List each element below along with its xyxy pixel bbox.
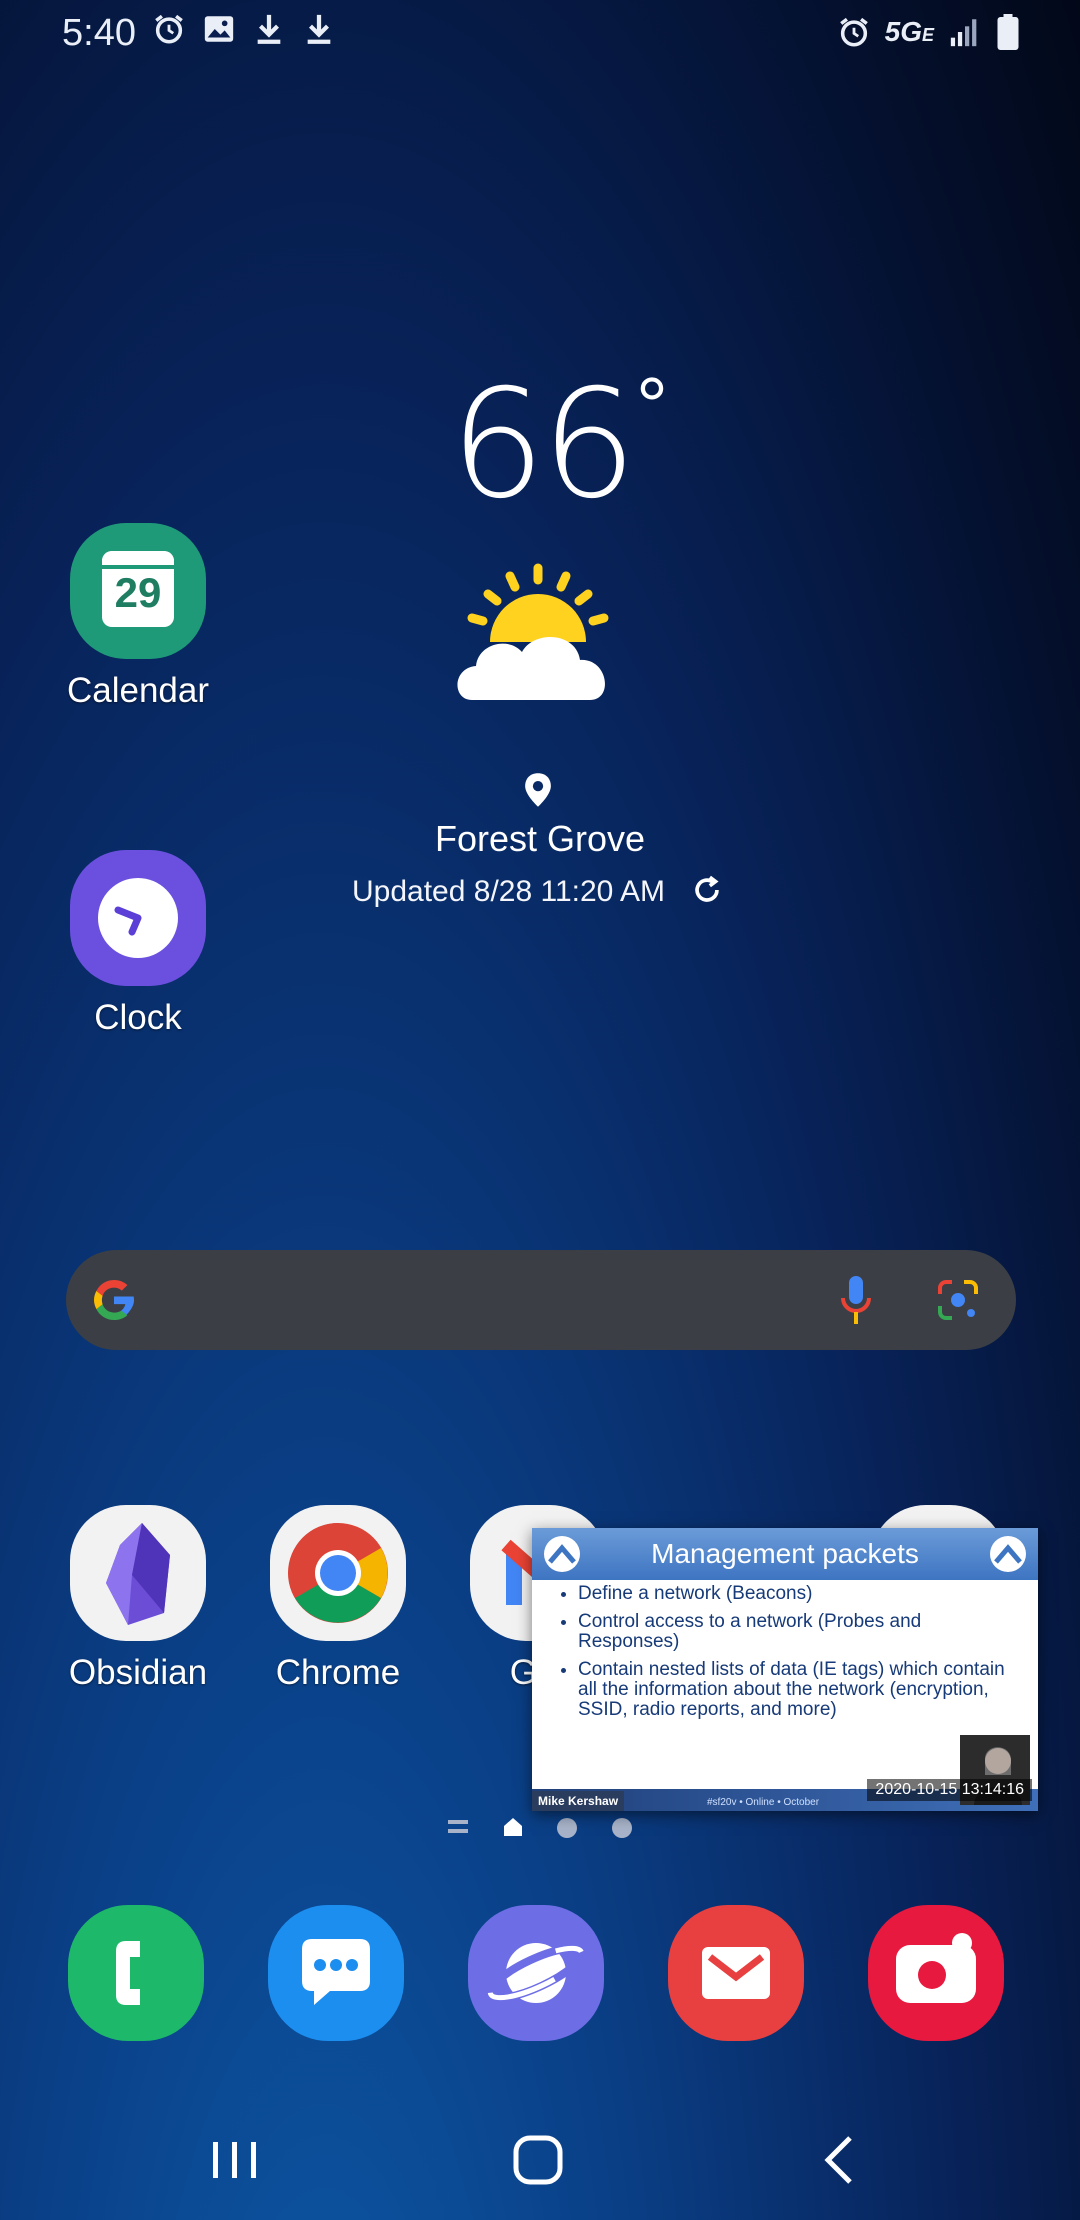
slide-bullet: Define a network (Beacons) <box>578 1584 1018 1604</box>
internet-planet-icon <box>468 1905 604 2041</box>
conference-logo-icon <box>544 1536 580 1572</box>
app-label: Clock <box>94 998 182 1037</box>
app-obsidian[interactable]: Obsidian <box>58 1505 218 1693</box>
slide-bullet: Contain nested lists of data (IE tags) w… <box>578 1660 1018 1720</box>
refresh-icon[interactable] <box>690 873 724 907</box>
presenter-name: Mike Kershaw <box>532 1791 625 1811</box>
back-button[interactable] <box>810 2130 870 2190</box>
page-dot <box>612 1818 632 1838</box>
slide-bullets: Define a network (Beacons) Control acces… <box>552 1584 1018 1728</box>
battery-icon <box>997 14 1019 50</box>
dock-camera[interactable] <box>856 1905 1016 2041</box>
degree-symbol: ° <box>636 361 668 450</box>
download-icon <box>307 14 331 44</box>
weather-updated: Updated 8/28 11:20 AM <box>352 875 666 908</box>
slide-bullet: Control access to a network (Probes and … <box>578 1612 1018 1652</box>
page-indicator[interactable] <box>440 1808 640 1848</box>
chrome-icon <box>270 1505 406 1641</box>
weather-location: Forest Grove <box>434 818 646 859</box>
app-clock[interactable]: Clock <box>58 850 218 1038</box>
obsidian-icon <box>70 1505 206 1641</box>
app-label: Obsidian <box>68 1653 208 1692</box>
signal-icon <box>950 19 977 47</box>
temperature: 66 <box>450 358 637 532</box>
alarm-icon <box>839 17 868 47</box>
network-type: 5GE <box>884 16 934 47</box>
app-calendar[interactable]: 29 Calendar <box>58 523 218 711</box>
messages-icon <box>268 1905 404 2041</box>
conference-logo-icon <box>990 1536 1026 1572</box>
email-icon <box>668 1905 804 2041</box>
image-icon <box>204 16 234 42</box>
calendar-icon: 29 <box>70 523 206 659</box>
dock-internet[interactable] <box>456 1905 616 2041</box>
navigation-bar <box>0 2090 1080 2220</box>
recent-apps-button[interactable] <box>205 2130 265 2190</box>
video-timestamp: 2020-10-15 13:14:16 <box>867 1779 1032 1801</box>
dock-messages[interactable] <box>256 1905 416 2041</box>
status-bar[interactable]: 5:40 5GE <box>0 0 1080 64</box>
home-page-icon <box>504 1818 522 1836</box>
dock-phone[interactable] <box>56 1905 216 2041</box>
google-g-icon <box>94 1280 134 1320</box>
google-search-bar[interactable] <box>66 1250 1016 1350</box>
clock-icon <box>70 850 206 986</box>
home-button[interactable] <box>508 2130 568 2190</box>
location-pin-icon <box>525 773 551 807</box>
app-label: Chrome <box>275 1653 401 1692</box>
download-icon <box>257 14 281 44</box>
status-time: 5:40 <box>62 12 136 54</box>
camera-icon <box>868 1905 1004 2041</box>
page-dot <box>557 1818 577 1838</box>
slide-title: Management packets <box>532 1528 1038 1580</box>
phone-icon <box>68 1905 204 2041</box>
apps-list-indicator <box>448 1820 468 1824</box>
microphone-icon[interactable] <box>836 1272 876 1328</box>
partly-sunny-icon <box>457 563 609 700</box>
app-chrome[interactable]: Chrome <box>258 1505 418 1693</box>
status-right: 5GE <box>837 12 1020 52</box>
slide-footer-tags: #sf20v • Online • October <box>707 1797 820 1808</box>
google-lens-icon[interactable] <box>934 1276 982 1324</box>
dock-email[interactable] <box>656 1905 816 2041</box>
pip-video-window[interactable]: Management packets Define a network (Bea… <box>532 1528 1038 1811</box>
app-label: Calendar <box>66 671 210 710</box>
alarm-icon <box>155 14 183 44</box>
